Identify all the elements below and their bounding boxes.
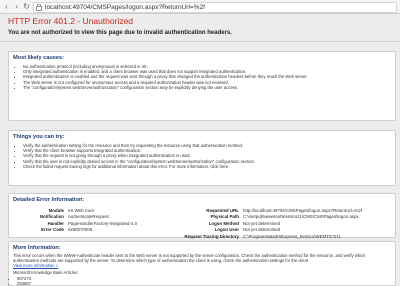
list-item: Integrated authentication is enabled and… bbox=[23, 74, 308, 79]
detail-panel: Detailed Error Information: Module IIS We… bbox=[8, 193, 396, 240]
url-text: localhost:49704/CMSPages/logon.aspx?Retu… bbox=[45, 4, 205, 11]
detail-key: Request Tracing Directory bbox=[184, 233, 239, 239]
detail-value: 0x80070005 bbox=[68, 227, 93, 233]
reload-icon[interactable]: ↻ bbox=[22, 2, 31, 11]
page-info-icon[interactable] bbox=[36, 4, 42, 11]
more-info-text: This error occurs when the WWW-Authentic… bbox=[13, 253, 391, 269]
more-info-body: This error occurs when the WWW-Authentic… bbox=[13, 253, 366, 264]
detail-right-column: Requested URL http://localhost:49704/CMSP… bbox=[129, 208, 362, 240]
more-heading: More Information: bbox=[13, 245, 61, 251]
detail-row: Error Code 0x80070005 bbox=[9, 227, 137, 233]
back-icon[interactable]: ‹ bbox=[2, 2, 11, 11]
detail-key: Error Code bbox=[41, 227, 64, 233]
try-panel: Things you can try: Verify the authentic… bbox=[8, 130, 396, 186]
detail-heading: Detailed Error Information: bbox=[13, 197, 85, 203]
detail-value: C:\ProgramData\IISExpress_Kentico\WEMTIC… bbox=[243, 233, 341, 239]
list-item: The "configuration/system.webServer/auth… bbox=[23, 85, 308, 90]
error-title: HTTP Error 401.2 - Unauthorized bbox=[8, 16, 134, 26]
header-divider bbox=[0, 41, 400, 42]
causes-heading: Most likely causes: bbox=[13, 55, 64, 61]
detail-row: Request Tracing Directory C:\ProgramData\… bbox=[129, 234, 362, 240]
try-list: Verify the authentication setting for th… bbox=[13, 143, 255, 169]
causes-panel: Most likely causes: No authentication pr… bbox=[8, 51, 396, 121]
error-subtitle: You are not authorized to view this page… bbox=[8, 30, 232, 36]
try-heading: Things you can try: bbox=[13, 134, 65, 140]
detail-left-column: Module IIS Web Core Notification Authentic… bbox=[9, 208, 137, 234]
list-item[interactable]: Check the failed request tracing logs fo… bbox=[23, 164, 255, 169]
causes-list: No authentication protocol (including an… bbox=[13, 64, 308, 90]
forward-icon[interactable]: › bbox=[12, 2, 21, 11]
view-more-link[interactable]: View more information » bbox=[13, 263, 58, 268]
kb-list: 907273 253667 bbox=[13, 276, 31, 286]
more-info-panel: More Information: This error occurs when… bbox=[8, 241, 396, 286]
address-bar[interactable]: localhost:49704/CMSPages/logon.aspx?Retu… bbox=[33, 2, 397, 13]
kb-heading: Microsoft Knowledge Base Articles: bbox=[13, 270, 79, 275]
browser-toolbar: ‹ › ↻ localhost:49704/CMSPages/logon.asp… bbox=[0, 0, 400, 14]
